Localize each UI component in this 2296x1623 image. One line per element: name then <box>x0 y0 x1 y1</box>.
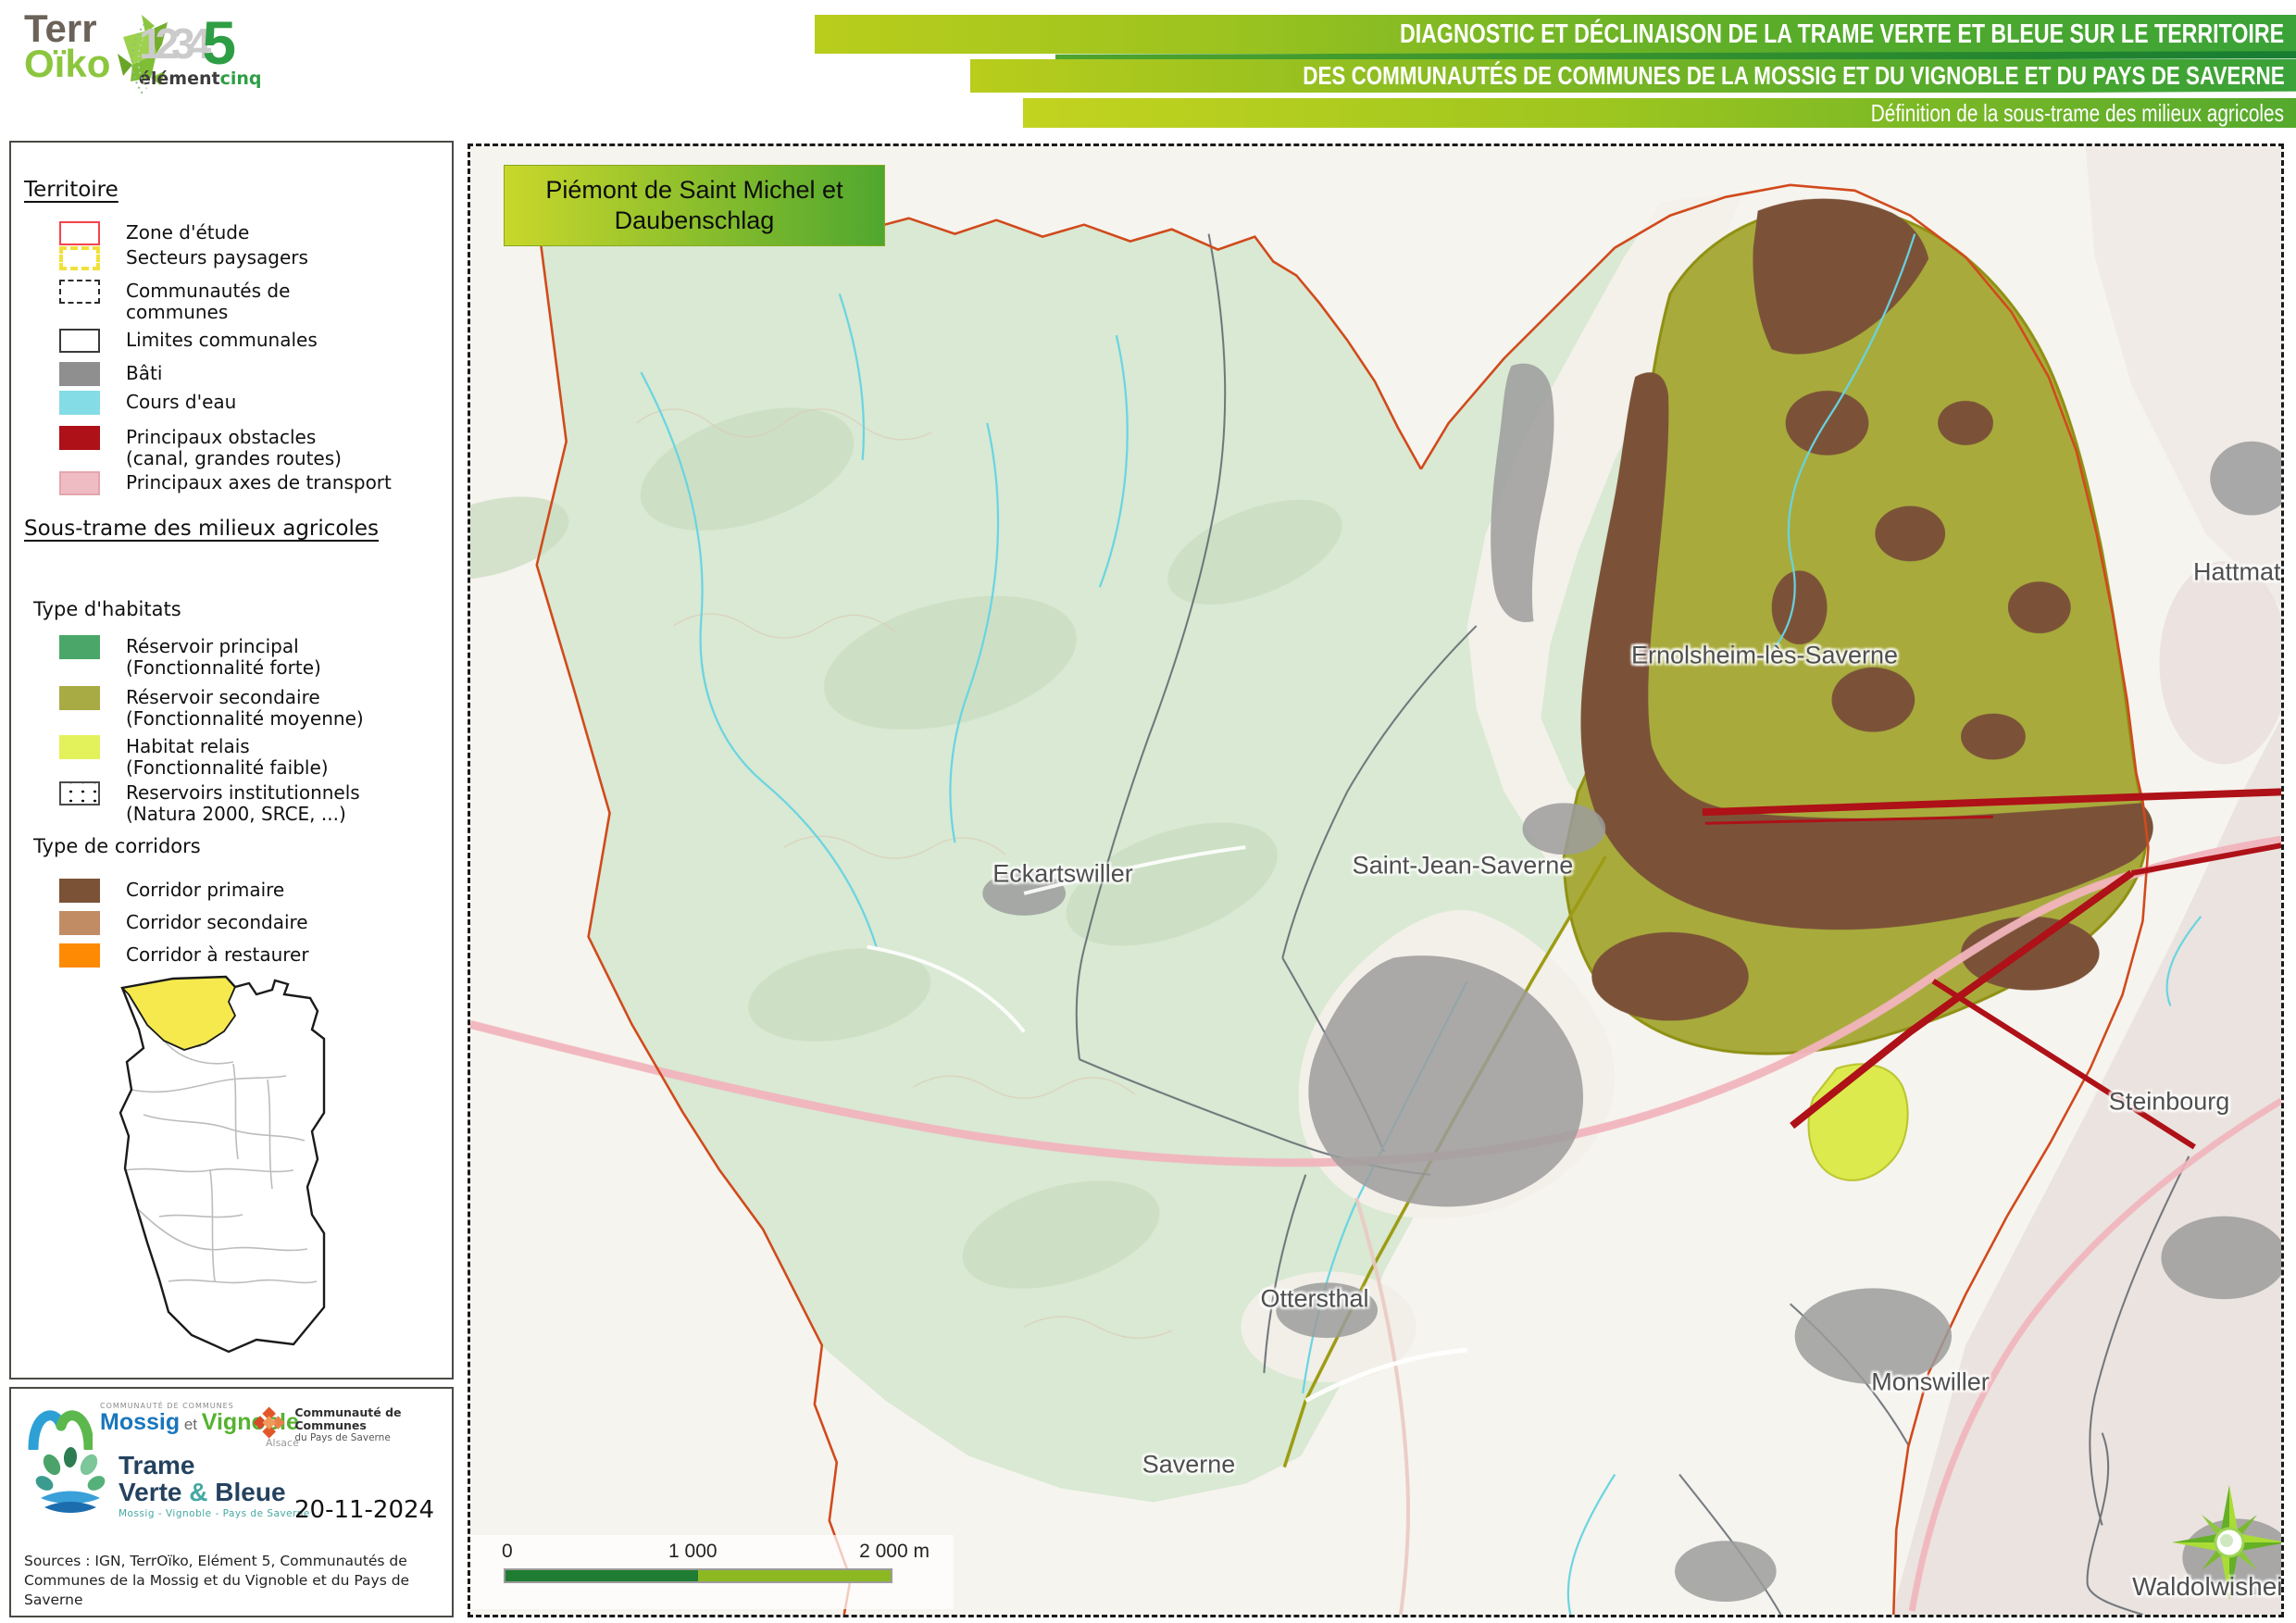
legend-soustrame-title: Sous-trame des milieux agricoles <box>24 517 379 541</box>
scale-bar-second-half <box>698 1570 891 1581</box>
map-canvas <box>470 146 2281 1615</box>
map-date: 20-11-2024 <box>294 1496 434 1524</box>
communautes-communes-swatch <box>59 280 100 304</box>
mossig-m-icon <box>26 1400 93 1450</box>
secteurs-paysagers-swatch <box>59 246 100 270</box>
element5-name: élémentcinq <box>139 69 259 89</box>
legend-label: Corridor à restaurer <box>126 944 309 966</box>
header: Terr Oïko 12345 élémentcinq DIAGNOSTIC E… <box>0 0 2296 139</box>
place-label-eckartswiller: Eckartswiller <box>992 860 1133 889</box>
element5-five: 5 <box>202 8 236 77</box>
legend-item-reservoir-secondaire: Réservoir secondaire(Fonctionnalité moye… <box>57 686 446 734</box>
terroiko-oiko: Oïko <box>24 42 110 85</box>
legend-label: Secteurs paysagers <box>126 247 308 268</box>
legend-label: Habitat relais(Fonctionnalité faible) <box>126 736 329 779</box>
legend-label: Réservoir secondaire(Fonctionnalité moye… <box>126 687 364 730</box>
element5-digits: 1234 <box>139 19 204 68</box>
legend-territoire-title: Territoire <box>24 178 119 202</box>
obstacles-swatch <box>59 426 100 450</box>
scale-mid: 1 000 <box>668 1541 718 1563</box>
inset-locator-map <box>44 974 326 1367</box>
corridor-secondaire-swatch <box>59 911 100 935</box>
legend-label: Corridor secondaire <box>126 912 308 933</box>
tvb-leaves-icon <box>31 1444 109 1522</box>
credits-panel: communauté de communes Mossig et Vignobl… <box>9 1387 454 1617</box>
map-sector-title: Piémont de Saint Michel et Daubenschlag <box>504 165 885 246</box>
place-label-ernolsheim: Ernolsheim-lès-Saverne <box>1631 642 1898 670</box>
legend-label: Bâti <box>126 363 162 384</box>
banner-line2-text: DES COMMUNAUTÉS DE COMMUNES DE LA MOSSIG… <box>1303 61 2296 91</box>
legend-item-habitat-relais: Habitat relais(Fonctionnalité faible) <box>57 735 446 783</box>
element5-arc-icon <box>124 20 148 100</box>
banner-line3: Définition de la sous-trame des milieux … <box>1023 98 2296 128</box>
place-label-ottersthal: Ottersthal <box>1260 1285 1368 1314</box>
place-label-saint-jean-saverne: Saint-Jean-Saverne <box>1353 852 1574 880</box>
legend-item-reservoir-principal: Réservoir principal(Fonctionnalité forte… <box>57 635 446 683</box>
legend-label: Zone d'étude <box>126 222 249 243</box>
legend-habitats-title: Type d'habitats <box>33 598 181 620</box>
scale-zero: 0 <box>502 1541 513 1563</box>
cours-eau-swatch <box>59 391 100 415</box>
tvb-wordmark: Trame Verte & Bleue Mossig - Vignoble - … <box>119 1444 310 1522</box>
sources-text: Sources : IGN, TerrOïko, Elément 5, Comm… <box>24 1552 448 1610</box>
banner-line2: DES COMMUNAUTÉS DE COMMUNES DE LA MOSSIG… <box>970 59 2296 93</box>
place-label-saverne: Saverne <box>1142 1451 1236 1479</box>
saverne-diamonds-icon <box>250 1402 288 1448</box>
legend-label: Limites communales <box>126 330 318 351</box>
legend-label: Réservoir principal(Fonctionnalité forte… <box>126 636 321 679</box>
legend-item-cdc: Communautés decommunes <box>57 280 446 328</box>
banner-line1-text: DIAGNOSTIC ET DÉCLINAISON DE LA TRAME VE… <box>1400 19 2296 50</box>
legend-panel: Territoire Zone d'étude Secteurs paysage… <box>9 141 454 1380</box>
pays-de-saverne-logo: Communauté de Communes du Pays de Savern… <box>250 1402 452 1448</box>
legend-corridors-title: Type de corridors <box>33 835 201 857</box>
habitat-relais-swatch <box>59 735 100 759</box>
legend-label: Principaux obstacles(canal, grandes rout… <box>126 427 342 469</box>
legend-label: Communautés decommunes <box>126 281 290 323</box>
map-frame: Piémont de Saint Michel et Daubenschlag … <box>468 144 2284 1617</box>
corridor-restaurer-swatch <box>59 943 100 968</box>
limites-communales-swatch <box>59 329 100 353</box>
banner-line1: DIAGNOSTIC ET DÉCLINAISON DE LA TRAME VE… <box>815 15 2296 54</box>
legend-item-reservoirs-institutionnels: Reservoirs institutionnels(Natura 2000, … <box>57 781 446 830</box>
place-label-hattmatt: Hattmatt <box>2193 558 2284 587</box>
legend-label: Principaux axes de transport <box>126 472 392 493</box>
legend-label: Corridor primaire <box>126 880 284 901</box>
element5-logo: 12345 élémentcinq <box>139 7 259 89</box>
reservoir-secondaire-swatch <box>59 686 100 710</box>
scale-bar: 0 1 000 2 000 m <box>470 1535 954 1609</box>
legend-label: Reservoirs institutionnels(Natura 2000, … <box>126 782 360 825</box>
zone-etude-swatch <box>59 221 100 245</box>
place-label-monswiller: Monswiller <box>1871 1368 1990 1397</box>
trame-verte-bleue-logo: Trame Verte & Bleue Mossig - Vignoble - … <box>31 1444 310 1522</box>
scale-end: 2 000 m <box>859 1541 930 1563</box>
scale-bar-first-half <box>505 1570 698 1581</box>
axes-transport-swatch <box>59 471 100 495</box>
legend-label: Cours d'eau <box>126 392 236 413</box>
reservoirs-institutionnels-swatch <box>59 781 100 805</box>
legend-item-axes: Principaux axes de transport <box>57 471 446 519</box>
scale-bar-graphic <box>504 1568 892 1583</box>
banner-line3-text: Définition de la sous-trame des milieux … <box>1871 99 2296 128</box>
saverne-wordmark: Communauté de Communes du Pays de Savern… <box>294 1406 452 1443</box>
place-label-steinbourg: Steinbourg <box>2109 1088 2230 1117</box>
place-label-waldolwisheim: Waldolwisheim <box>2132 1572 2284 1602</box>
legend-item-obstacles: Principaux obstacles(canal, grandes rout… <box>57 426 446 474</box>
reservoir-principal-swatch <box>59 635 100 659</box>
corridor-primaire-swatch <box>59 879 100 903</box>
terroiko-wordmark: Terr Oïko <box>24 11 110 87</box>
bati-swatch <box>59 362 100 386</box>
